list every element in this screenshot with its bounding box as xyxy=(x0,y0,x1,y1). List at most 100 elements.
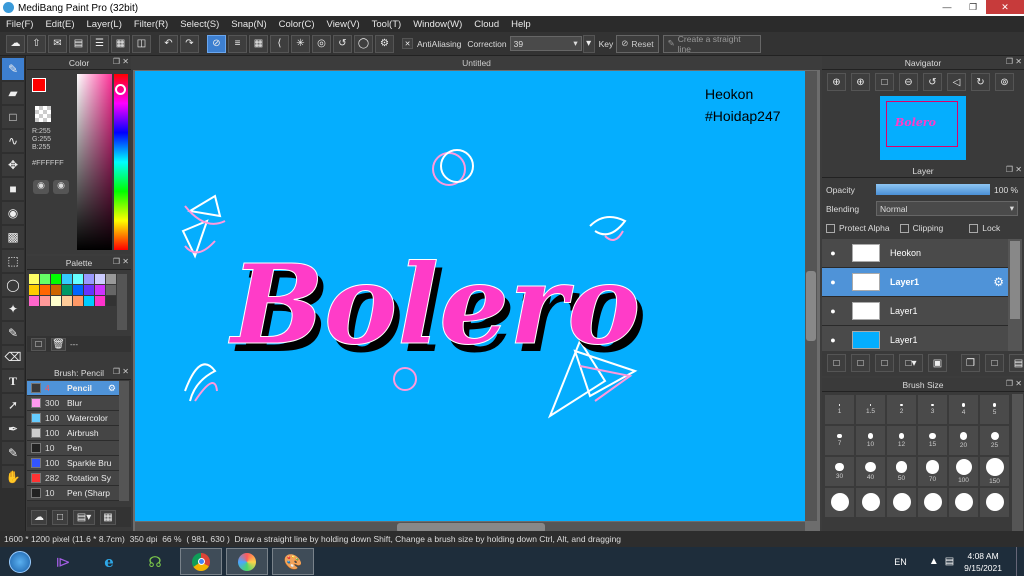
menu-window[interactable]: Window(W) xyxy=(407,19,468,30)
correction-arrow-icon[interactable]: ▾ xyxy=(582,34,595,53)
drawing-canvas[interactable]: Heokon #Hoidap247 Bolero Bolero xyxy=(135,71,805,521)
palette-swatch[interactable] xyxy=(51,296,61,306)
palette-swatch[interactable] xyxy=(62,285,72,295)
protect-alpha-checkbox[interactable] xyxy=(826,223,835,233)
menu-layer[interactable]: Layer(L) xyxy=(81,19,128,30)
palette-swatch[interactable] xyxy=(95,285,105,295)
fit-window-icon[interactable]: □ xyxy=(875,73,894,91)
circle-snap-icon[interactable]: ◯ xyxy=(354,34,373,53)
brush-size-cell[interactable] xyxy=(980,488,1009,517)
medibang-taskbar-icon[interactable] xyxy=(226,548,268,575)
palette-swatch[interactable] xyxy=(40,274,50,284)
menu-select[interactable]: Select(S) xyxy=(174,19,225,30)
document-tab[interactable]: Untitled xyxy=(133,56,820,70)
saturation-picker[interactable] xyxy=(77,74,112,250)
correction-select[interactable]: 39 ▾ xyxy=(509,36,582,51)
palette-swatch[interactable] xyxy=(95,274,105,284)
palette-swatch[interactable] xyxy=(40,296,50,306)
hue-handle[interactable] xyxy=(115,84,126,95)
color-add-icon[interactable]: ◉ xyxy=(53,180,69,194)
primary-color-swatch[interactable] xyxy=(32,78,46,92)
text-tool-icon[interactable]: T xyxy=(2,370,24,392)
eyedropper-tool-icon[interactable]: ✒ xyxy=(2,418,24,440)
palette-scrollbar[interactable] xyxy=(117,274,127,330)
duplicate-layer-icon[interactable]: ❐ xyxy=(961,354,980,372)
clipping-checkbox[interactable] xyxy=(899,223,909,233)
visibility-eye-icon[interactable]: ● xyxy=(826,248,840,258)
operation-tool-icon[interactable]: ➚ xyxy=(2,394,24,416)
layer-row[interactable]: ● Layer1 ⚙ xyxy=(822,268,1008,297)
blending-select[interactable]: Normal ▾ xyxy=(876,201,1018,216)
brush-size-cell[interactable]: 50 xyxy=(887,457,916,486)
brush-size-cell[interactable]: 1 xyxy=(825,395,854,424)
brush-size-cell[interactable] xyxy=(887,488,916,517)
menu-filter[interactable]: Filter(R) xyxy=(128,19,174,30)
navigator-preview[interactable]: Bolero xyxy=(880,96,966,160)
brush-item[interactable]: 100 Watercolor xyxy=(27,411,119,426)
palette-swatch[interactable] xyxy=(51,285,61,295)
palette-swatch[interactable] xyxy=(95,296,105,306)
panel-controls-icon[interactable]: ❐ ✕ xyxy=(1006,57,1022,66)
fill-shape-tool-icon[interactable]: ■ xyxy=(2,178,24,200)
new-layer-icon[interactable]: □ xyxy=(827,354,846,372)
eraser-tool-icon[interactable]: ▰ xyxy=(2,82,24,104)
new-8bit-layer-icon[interactable]: □ xyxy=(875,354,894,372)
divide-tool-icon[interactable]: ✎ xyxy=(2,442,24,464)
brush-size-cell[interactable]: 1.5 xyxy=(856,395,885,424)
palette-swatch[interactable] xyxy=(73,274,83,284)
brush-item[interactable]: 100 Sparkle Bru xyxy=(27,456,119,471)
color-wheel-icon[interactable]: ◉ xyxy=(33,180,49,194)
list-icon[interactable]: ☰ xyxy=(90,34,109,53)
brush-size-cell[interactable]: 7 xyxy=(825,426,854,455)
palette-swatch[interactable] xyxy=(29,285,39,295)
palette-swatch[interactable] xyxy=(106,274,116,284)
close-button[interactable]: ✕ xyxy=(986,0,1024,14)
panel-icon[interactable]: ◫ xyxy=(132,34,151,53)
gradient-tool-icon[interactable]: ▩ xyxy=(2,226,24,248)
brush-item[interactable]: 10 Pen (Sharp xyxy=(27,486,119,501)
brush-size-cell[interactable]: 150 xyxy=(980,457,1009,486)
merge-down-icon[interactable]: □ xyxy=(985,354,1004,372)
brush-size-cell[interactable]: 40 xyxy=(856,457,885,486)
palette-swatch[interactable] xyxy=(73,285,83,295)
brush-size-cell[interactable] xyxy=(949,488,978,517)
visibility-eye-icon[interactable]: ● xyxy=(826,306,840,316)
straight-line-button[interactable]: ✎ Create a straight line xyxy=(662,34,761,54)
brush-item[interactable]: 10 Pen xyxy=(27,441,119,456)
network-icon[interactable]: ▤ xyxy=(945,556,954,567)
brush-size-cell[interactable] xyxy=(856,488,885,517)
layer-scrollbar[interactable] xyxy=(1008,239,1022,351)
add-brush-icon[interactable]: □ xyxy=(52,509,68,525)
menu-file[interactable]: File(F) xyxy=(0,19,39,30)
brush-item[interactable]: 100 Airbrush xyxy=(27,426,119,441)
menu-color[interactable]: Color(C) xyxy=(273,19,321,30)
panel-controls-icon[interactable]: ❐ ✕ xyxy=(113,57,129,66)
parallel-snap-icon[interactable]: ≡ xyxy=(228,34,247,53)
brush-size-cell[interactable]: 5 xyxy=(980,395,1009,424)
panel-controls-icon[interactable]: ❐ ✕ xyxy=(1006,165,1022,174)
select-pen-tool-icon[interactable]: ✎ xyxy=(2,322,24,344)
rectangle-tool-icon[interactable]: □ xyxy=(2,106,24,128)
brush-tool-icon[interactable]: ✎ xyxy=(2,58,24,80)
brush-size-cell[interactable]: 70 xyxy=(918,457,947,486)
radial-snap-icon[interactable]: ✳ xyxy=(291,34,310,53)
layer-add-menu-icon[interactable]: □▾ xyxy=(899,354,923,372)
palette-swatch[interactable] xyxy=(106,296,116,306)
brush-size-cell[interactable]: 30 xyxy=(825,457,854,486)
brush-size-cell[interactable]: 4 xyxy=(949,395,978,424)
menu-cloud[interactable]: Cloud xyxy=(468,19,505,30)
reset-button[interactable]: ⊘ Reset xyxy=(616,34,659,53)
brush-size-cell[interactable] xyxy=(825,488,854,517)
brush-item[interactable]: 282 Rotation Sy xyxy=(27,471,119,486)
brush-item[interactable]: 4 Pencil ⚙ xyxy=(27,381,119,396)
hue-slider[interactable] xyxy=(114,74,128,250)
reset-view-icon[interactable]: ⊚ xyxy=(995,73,1014,91)
palette-swatch[interactable] xyxy=(62,296,72,306)
brush-size-cell[interactable]: 3 xyxy=(918,395,947,424)
brush-settings-icon[interactable]: ▦ xyxy=(100,509,116,525)
menu-help[interactable]: Help xyxy=(505,19,537,30)
layer-row[interactable]: ● Heokon xyxy=(822,239,1008,268)
hand-tool-icon[interactable]: ✋ xyxy=(2,466,24,488)
delete-palette-icon[interactable]: 🗑 xyxy=(51,337,66,351)
zoom-in-icon[interactable]: ⊕ xyxy=(827,73,846,91)
